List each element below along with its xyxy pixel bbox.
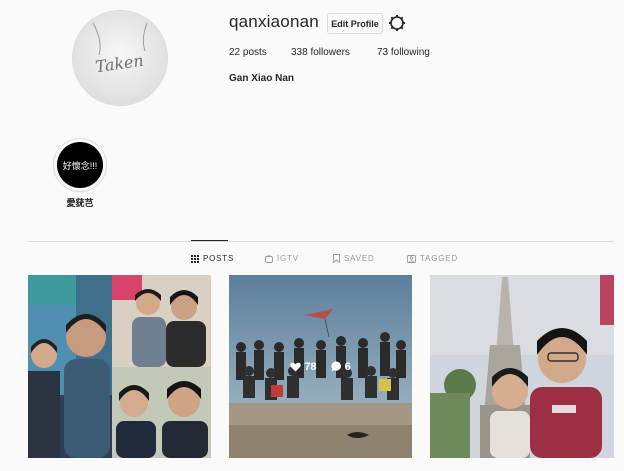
heart-icon [290,362,302,371]
bookmark-icon [333,254,340,263]
tabs-divider [28,241,614,242]
post-engagement-overlay: 78 6 [229,275,412,458]
profile-username: qanxiaonan [229,12,319,31]
followers-link[interactable]: 338 followers [291,47,350,58]
profile-full-name: Gan Xiao Nan [229,73,295,84]
tab-posts[interactable]: POSTS [191,254,234,263]
temple-selfie [430,275,614,458]
tab-tagged[interactable]: TAGGED [407,254,458,263]
comments-count: 6 [344,360,351,373]
comment-icon [330,361,341,372]
post-thumbnail[interactable] [28,275,211,458]
tab-tagged-label: TAGGED [420,254,458,263]
highlight-label: 愛莸芑 [66,198,94,208]
tab-igtv-label: IGTV [277,254,299,263]
tab-posts-label: POSTS [203,254,235,263]
post-thumbnail[interactable]: 78 6 [229,275,412,458]
collage-photo [28,275,211,458]
settings-gear-icon[interactable] [388,14,406,32]
tab-saved[interactable]: SAVED [333,254,375,263]
tab-igtv[interactable]: IGTV [265,254,299,263]
likes-count: 78 [304,360,317,373]
post-thumbnail[interactable] [430,275,614,458]
posts-count: 22 posts [229,47,267,58]
story-highlight[interactable]: 好懷念!!! [53,138,107,192]
tab-saved-label: SAVED [344,254,375,263]
grid-icon [191,254,199,263]
edit-profile-button[interactable]: Edit Profile [327,13,383,34]
tag-icon [407,254,416,263]
igtv-icon [265,254,273,263]
highlight-cover: 好懷念!!! [57,142,103,188]
profile-avatar[interactable]: Taken [72,10,168,106]
active-tab-indicator [191,240,228,241]
following-link[interactable]: 73 following [377,47,430,58]
